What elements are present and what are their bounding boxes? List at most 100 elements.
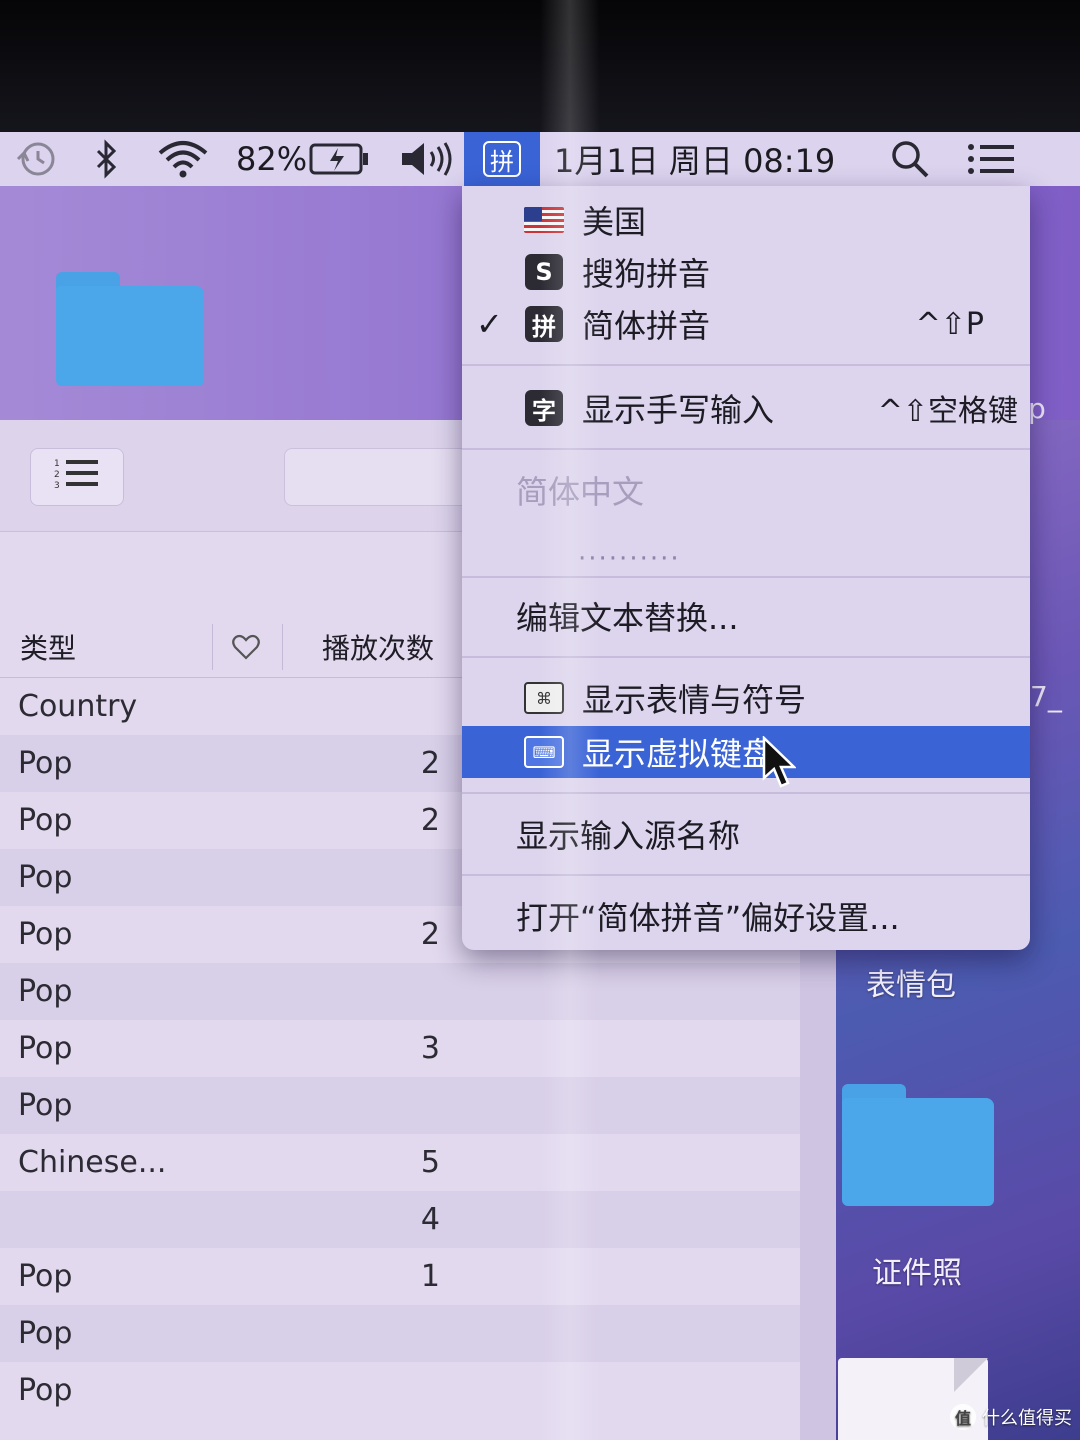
menu-item-edit-text-replacement[interactable]: 编辑文本替换... [462, 590, 1030, 642]
menu-item-sogou[interactable]: S 搜狗拼音 [462, 246, 1030, 298]
genre-cell: Pop [18, 1088, 73, 1123]
svg-text:2: 2 [54, 470, 60, 480]
menu-item-label: 显示表情与符号 [582, 681, 807, 719]
genre-cell: Chinese... [18, 1145, 167, 1180]
genre-cell: Pop [18, 917, 73, 952]
menu-separator [462, 656, 1030, 658]
time-machine-icon[interactable] [14, 132, 58, 186]
table-row[interactable]: Pop 1 [0, 1248, 800, 1305]
list-view-button[interactable]: 123 [30, 448, 124, 506]
play-count-cell: 2 [420, 803, 440, 838]
genre-cell: Country [18, 689, 138, 724]
menu-item-virtual-keyboard[interactable]: ⌨ 显示虚拟键盘 [462, 726, 1030, 778]
keyboard-icon: ⌨ [524, 734, 564, 770]
shortcut-label: ^⇧P [915, 306, 984, 342]
menubar-clock[interactable]: 1月1日 周日 08:19 [554, 132, 835, 186]
column-genre[interactable]: 类型 [20, 616, 76, 678]
play-count-cell: 3 [420, 1031, 440, 1066]
menu-item-label: 打开“简体拼音”偏好设置... [516, 899, 900, 937]
genre-cell: Pop [18, 974, 73, 1009]
desktop-folder-label[interactable]: 表情包 [866, 960, 956, 1004]
menu-item-us[interactable]: 美国 [462, 194, 1030, 246]
volume-icon[interactable] [398, 132, 456, 186]
play-count-cell: 5 [420, 1145, 440, 1180]
menu-item-handwriting[interactable]: 字 显示手写输入 ^⇧空格键 [462, 382, 1030, 434]
play-count-cell [380, 1305, 440, 1362]
menu-item-pinyin[interactable]: ✓ 拼 简体拼音 ^⇧P [462, 298, 1030, 350]
notification-icon[interactable] [966, 132, 1016, 186]
genre-cell: Pop [18, 1259, 73, 1294]
table-row[interactable]: Chinese... 5 [0, 1134, 800, 1191]
shortcut-label: ^⇧空格键 [877, 394, 1018, 429]
column-play-count[interactable]: 播放次数 [322, 616, 434, 678]
bluetooth-icon[interactable] [92, 132, 122, 186]
menu-item-label: 美国 [582, 203, 647, 241]
menu-item-label: 显示手写输入 [582, 391, 775, 429]
desktop-folder-label[interactable]: 证件照 [872, 1248, 962, 1292]
numbered-list-icon: 123 [54, 456, 100, 498]
checkmark-icon: ✓ [476, 305, 503, 343]
svg-text:3: 3 [54, 481, 60, 490]
input-source-menu: 美国 S 搜狗拼音 ✓ 拼 简体拼音 ^⇧P 字 显示手写输入 ^⇧空格键 简体… [462, 186, 1030, 950]
table-row[interactable]: 4 [0, 1191, 800, 1248]
desktop-text-peek: 7_ [1030, 680, 1062, 713]
table-row[interactable]: Pop [0, 963, 800, 1020]
pinyin-icon: 拼 [524, 306, 564, 342]
watermark-text: 什么值得买 [982, 1408, 1072, 1429]
menu-item-label: 搜狗拼音 [582, 255, 711, 293]
watermark-logo-icon: 值 [950, 1404, 976, 1430]
genre-cell: Pop [18, 1316, 73, 1351]
genre-cell: Pop [18, 1373, 73, 1408]
menu-separator [462, 448, 1030, 450]
menu-separator [462, 874, 1030, 876]
spotlight-icon[interactable] [890, 132, 930, 186]
play-count-cell: 2 [420, 746, 440, 781]
play-count-cell: 1 [420, 1259, 440, 1294]
table-row[interactable]: Pop 3 [0, 1020, 800, 1077]
play-count-cell [380, 1077, 440, 1134]
play-count-cell [380, 678, 440, 735]
folder-icon[interactable] [56, 272, 204, 386]
wifi-icon[interactable] [156, 132, 210, 186]
genre-cell: Pop [18, 803, 73, 838]
play-count-cell: 4 [420, 1202, 440, 1237]
menu-item-show-source-name[interactable]: 显示输入源名称 [462, 808, 1030, 860]
us-flag-icon [524, 202, 564, 238]
search-input[interactable] [284, 448, 484, 506]
menu-item-label: 简体拼音 [582, 307, 711, 345]
mouse-cursor-icon [762, 735, 798, 794]
genre-cell: Pop [18, 860, 73, 895]
table-row[interactable]: Pop [0, 1362, 800, 1419]
play-count-cell [380, 1362, 440, 1419]
genre-cell: Pop [18, 746, 73, 781]
handwriting-icon: 字 [524, 390, 564, 426]
emoji-viewer-icon: ⌘ [524, 680, 564, 716]
watermark: 值 什么值得买 [950, 1400, 1074, 1434]
heart-icon[interactable] [232, 616, 260, 678]
play-count-cell [380, 963, 440, 1020]
input-method-menu[interactable]: 拼 [464, 132, 540, 186]
svg-text:1: 1 [54, 459, 60, 469]
table-row[interactable]: Pop [0, 1077, 800, 1134]
table-row[interactable]: Pop [0, 1305, 800, 1362]
section-title: 简体中文 [516, 473, 645, 511]
battery-percent: 82% [236, 140, 308, 178]
play-count-cell: 2 [420, 917, 440, 952]
menu-section-title: 简体中文 [462, 464, 1030, 516]
screen-bezel [0, 0, 1080, 132]
play-count-cell [380, 849, 440, 906]
menu-item-open-preferences[interactable]: 打开“简体拼音”偏好设置... [462, 890, 1030, 942]
menu-item-label: 编辑文本替换... [516, 599, 739, 637]
more-dots: ·········· [578, 544, 681, 574]
battery-icon[interactable] [308, 132, 370, 186]
table-header: 类型 播放次数 [0, 616, 470, 678]
menu-separator [462, 576, 1030, 578]
menu-item-emoji[interactable]: ⌘ 显示表情与符号 [462, 672, 1030, 724]
menu-bar: 82% 拼 1月1日 周日 08:19 [0, 132, 1080, 186]
folder-icon[interactable] [842, 1084, 994, 1206]
genre-cell: Pop [18, 1031, 73, 1066]
menu-separator [462, 364, 1030, 366]
pinyin-icon: 拼 [483, 141, 521, 177]
menu-item-label: 显示虚拟键盘 [582, 735, 775, 773]
desktop-text-peek: p [1028, 392, 1046, 425]
